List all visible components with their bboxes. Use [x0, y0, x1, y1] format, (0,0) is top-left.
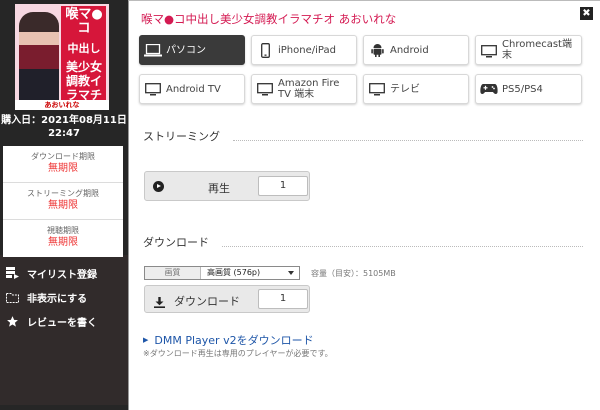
star-icon: [5, 314, 19, 328]
viewing-limit-value: 無期限: [48, 237, 78, 248]
device-button-ps5[interactable]: PS5/PS4: [475, 74, 582, 104]
download-count: 1: [258, 289, 308, 309]
device-button-pc[interactable]: パソコン: [139, 35, 245, 65]
play-count: 1: [258, 176, 308, 196]
monitor-icon: [140, 74, 166, 104]
quality-key: 画質: [145, 267, 201, 279]
download-divider: [222, 246, 583, 247]
write-review-label: レビューを書く: [27, 317, 97, 329]
file-size-estimate: 容量（目安）：5105MB: [311, 269, 396, 278]
add-to-mylist-button[interactable]: マイリスト登録: [5, 264, 97, 282]
device-button-chromecast[interactable]: Chromecast端末: [475, 35, 582, 65]
download-limit-value: 無期限: [48, 163, 78, 174]
device-label-chromecast: Chromecast端末: [502, 39, 572, 61]
streaming-limit-label: ストリーミング期限: [27, 189, 99, 198]
chevron-down-icon: [288, 271, 294, 275]
dmm-player-download-link[interactable]: ▶ DMM Player v2をダウンロード: [143, 332, 314, 348]
streaming-limit: ストリーミング期限 無期限: [3, 183, 123, 220]
play-icon: [153, 181, 164, 192]
viewing-limit: 視聴期限 無期限: [3, 220, 123, 257]
cover-text-1: 喉マ●コ: [65, 7, 103, 36]
hide-item-button[interactable]: 非表示にする: [5, 288, 87, 306]
viewing-limit-label: 視聴期限: [47, 226, 79, 235]
gamepad-icon: [476, 74, 502, 104]
monitor-icon: [476, 36, 502, 66]
quality-select[interactable]: 画質 高画質 (576p): [144, 266, 300, 280]
limit-panel: ダウンロード期限 無期限 ストリーミング期限 無期限 視聴期限 無期限: [3, 146, 123, 257]
purchase-time-line: 22:47: [48, 128, 80, 139]
product-sidebar: 喉マ●コ 中出し 美少女調教イラマチオ あおいれな 購入日：2021年08月11…: [0, 0, 128, 410]
hide-item-label: 非表示にする: [27, 293, 88, 305]
dmm-player-link-label: DMM Player v2をダウンロード: [154, 334, 314, 347]
purchase-date-line: 購入日：2021年08月11日: [1, 115, 127, 126]
cover-figure: [19, 12, 59, 104]
device-button-android[interactable]: Android: [363, 35, 469, 65]
monitor-icon: [364, 74, 390, 104]
download-limit-label: ダウンロード期限: [31, 152, 95, 161]
monitor-icon: [252, 74, 278, 104]
folder-icon: [5, 290, 19, 304]
download-label: ダウンロード: [174, 295, 240, 308]
write-review-button[interactable]: レビューを書く: [5, 312, 97, 330]
add-to-mylist-label: マイリスト登録: [27, 269, 97, 281]
device-button-android-tv[interactable]: Android TV: [139, 74, 245, 104]
device-button-iphone[interactable]: iPhone/iPad: [251, 35, 357, 65]
quality-value: 高画質 (576p): [207, 268, 261, 277]
cover-text-2: 中出し: [67, 42, 101, 55]
device-label-android-tv: Android TV: [166, 83, 221, 95]
device-button-fire-tv[interactable]: Amazon Fire TV 端末: [251, 74, 357, 104]
download-limit: ダウンロード期限 無期限: [3, 146, 123, 183]
device-label-ps5: PS5/PS4: [502, 83, 543, 95]
device-label-pc: パソコン: [166, 44, 206, 56]
mylist-icon: [5, 266, 19, 280]
download-button[interactable]: ダウンロード 1: [144, 285, 310, 313]
streaming-section-title: ストリーミング: [143, 130, 220, 143]
streaming-divider: [233, 140, 583, 141]
modal-title: 喉マ●コ中出し美少女調教イラマチオ あおいれな: [141, 12, 397, 26]
product-cover-image[interactable]: 喉マ●コ 中出し 美少女調教イラマチオ あおいれな: [15, 4, 109, 110]
download-icon: [154, 293, 165, 308]
playback-modal: 喉マ●コ中出し美少女調教イラマチオ あおいれな ✖ パソコン iPhone/iP…: [128, 0, 600, 410]
phone-icon: [252, 35, 278, 65]
device-label-iphone: iPhone/iPad: [278, 44, 336, 56]
cover-caption: あおいれな: [15, 100, 109, 110]
player-note: ※ダウンロード再生は専用のプレイヤーが必要です。: [143, 349, 333, 358]
laptop-icon: [140, 35, 166, 65]
device-label-android: Android: [390, 44, 429, 56]
purchase-date: 購入日：2021年08月11日 22:47: [0, 114, 128, 140]
android-icon: [364, 35, 390, 65]
device-label-tv: テレビ: [390, 83, 420, 95]
play-button[interactable]: 再生 1: [144, 171, 310, 201]
streaming-limit-value: 無期限: [48, 200, 78, 211]
download-section-title: ダウンロード: [143, 236, 209, 249]
close-icon[interactable]: ✖: [580, 7, 593, 20]
device-button-tv[interactable]: テレビ: [363, 74, 469, 104]
play-label: 再生: [208, 182, 230, 195]
caret-right-icon: ▶: [143, 336, 149, 344]
device-label-fire-tv: Amazon Fire TV 端末: [278, 78, 340, 100]
